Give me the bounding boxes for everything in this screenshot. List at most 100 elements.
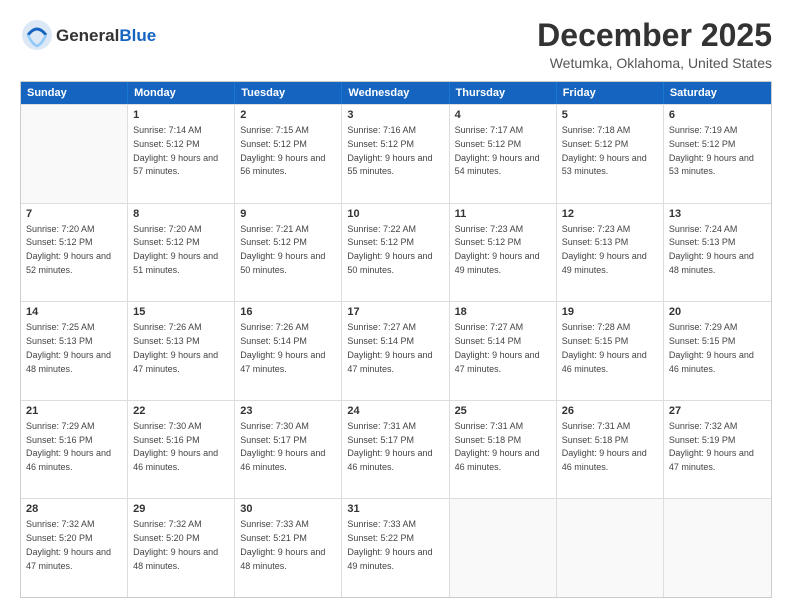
cell-info: Sunrise: 7:33 AMSunset: 5:21 PMDaylight:… xyxy=(240,519,325,570)
cell-info: Sunrise: 7:32 AMSunset: 5:19 PMDaylight:… xyxy=(669,421,754,472)
calendar-header: Sunday Monday Tuesday Wednesday Thursday… xyxy=(21,82,771,104)
day-number: 16 xyxy=(240,305,336,320)
day-number: 30 xyxy=(240,502,336,517)
calendar: Sunday Monday Tuesday Wednesday Thursday… xyxy=(20,81,772,598)
cal-cell-2-6: 20 Sunrise: 7:29 AMSunset: 5:15 PMDayligh… xyxy=(664,302,771,400)
cal-cell-3-2: 23Sunrise: 7:30 AMSunset: 5:17 PMDayligh… xyxy=(235,401,342,499)
cal-cell-2-2: 16 Sunrise: 7:26 AMSunset: 5:14 PMDayligh… xyxy=(235,302,342,400)
title-section: December 2025 Wetumka, Oklahoma, United … xyxy=(537,18,772,71)
day-number: 7 xyxy=(26,207,122,222)
cell-info: Sunrise: 7:28 AMSunset: 5:15 PMDaylight:… xyxy=(562,322,647,373)
cal-cell-4-3: 31Sunrise: 7:33 AMSunset: 5:22 PMDayligh… xyxy=(342,499,449,597)
week-row-2: 7 Sunrise: 7:20 AMSunset: 5:12 PMDaylight… xyxy=(21,203,771,302)
cell-info: Sunrise: 7:17 AMSunset: 5:12 PMDaylight:… xyxy=(455,125,540,176)
cal-cell-1-6: 13 Sunrise: 7:24 AMSunset: 5:13 PMDayligh… xyxy=(664,204,771,302)
week-row-3: 14 Sunrise: 7:25 AMSunset: 5:13 PMDayligh… xyxy=(21,301,771,400)
day-number: 10 xyxy=(347,207,443,222)
cal-cell-4-2: 30 Sunrise: 7:33 AMSunset: 5:21 PMDayligh… xyxy=(235,499,342,597)
header-saturday: Saturday xyxy=(664,82,771,104)
cal-cell-3-5: 26Sunrise: 7:31 AMSunset: 5:18 PMDayligh… xyxy=(557,401,664,499)
day-number: 8 xyxy=(133,207,229,222)
day-number: 29 xyxy=(133,502,229,517)
cell-info: Sunrise: 7:26 AMSunset: 5:13 PMDaylight:… xyxy=(133,322,218,373)
cell-info: Sunrise: 7:26 AMSunset: 5:14 PMDaylight:… xyxy=(240,322,325,373)
cell-info: Sunrise: 7:29 AMSunset: 5:16 PMDaylight:… xyxy=(26,421,111,472)
day-number: 2 xyxy=(240,108,336,123)
cal-cell-4-1: 29 Sunrise: 7:32 AMSunset: 5:20 PMDayligh… xyxy=(128,499,235,597)
cell-info: Sunrise: 7:30 AMSunset: 5:17 PMDaylight:… xyxy=(240,421,325,472)
cal-cell-2-3: 17Sunrise: 7:27 AMSunset: 5:14 PMDayligh… xyxy=(342,302,449,400)
cal-cell-3-4: 25 Sunrise: 7:31 AMSunset: 5:18 PMDayligh… xyxy=(450,401,557,499)
day-number: 3 xyxy=(347,108,443,123)
cal-cell-2-0: 14 Sunrise: 7:25 AMSunset: 5:13 PMDayligh… xyxy=(21,302,128,400)
day-number: 6 xyxy=(669,108,766,123)
cell-info: Sunrise: 7:25 AMSunset: 5:13 PMDaylight:… xyxy=(26,322,111,373)
cell-info: Sunrise: 7:32 AMSunset: 5:20 PMDaylight:… xyxy=(133,519,218,570)
cal-cell-1-1: 8Sunrise: 7:20 AMSunset: 5:12 PMDaylight… xyxy=(128,204,235,302)
cell-info: Sunrise: 7:19 AMSunset: 5:12 PMDaylight:… xyxy=(669,125,754,176)
day-number: 11 xyxy=(455,207,551,222)
day-number: 19 xyxy=(562,305,658,320)
day-number: 14 xyxy=(26,305,122,320)
day-number: 9 xyxy=(240,207,336,222)
cell-info: Sunrise: 7:24 AMSunset: 5:13 PMDaylight:… xyxy=(669,224,754,275)
day-number: 15 xyxy=(133,305,229,320)
cal-cell-0-6: 6 Sunrise: 7:19 AMSunset: 5:12 PMDaylight… xyxy=(664,105,771,203)
cal-cell-1-0: 7 Sunrise: 7:20 AMSunset: 5:12 PMDaylight… xyxy=(21,204,128,302)
cal-cell-1-3: 10 Sunrise: 7:22 AMSunset: 5:12 PMDayligh… xyxy=(342,204,449,302)
day-number: 20 xyxy=(669,305,766,320)
day-number: 5 xyxy=(562,108,658,123)
cell-info: Sunrise: 7:33 AMSunset: 5:22 PMDaylight:… xyxy=(347,519,432,570)
week-row-4: 21 Sunrise: 7:29 AMSunset: 5:16 PMDayligh… xyxy=(21,400,771,499)
day-number: 4 xyxy=(455,108,551,123)
cell-info: Sunrise: 7:18 AMSunset: 5:12 PMDaylight:… xyxy=(562,125,647,176)
cell-info: Sunrise: 7:31 AMSunset: 5:18 PMDaylight:… xyxy=(562,421,647,472)
cell-info: Sunrise: 7:31 AMSunset: 5:17 PMDaylight:… xyxy=(347,421,432,472)
page: GeneralBlue December 2025 Wetumka, Oklah… xyxy=(0,0,792,612)
header-monday: Monday xyxy=(128,82,235,104)
day-number: 13 xyxy=(669,207,766,222)
cal-cell-1-4: 11Sunrise: 7:23 AMSunset: 5:12 PMDayligh… xyxy=(450,204,557,302)
day-number: 18 xyxy=(455,305,551,320)
cal-cell-0-2: 2 Sunrise: 7:15 AMSunset: 5:12 PMDaylight… xyxy=(235,105,342,203)
cal-cell-2-1: 15 Sunrise: 7:26 AMSunset: 5:13 PMDayligh… xyxy=(128,302,235,400)
day-number: 24 xyxy=(347,404,443,419)
cell-info: Sunrise: 7:27 AMSunset: 5:14 PMDaylight:… xyxy=(455,322,540,373)
week-row-1: 1 Sunrise: 7:14 AMSunset: 5:12 PMDaylight… xyxy=(21,104,771,203)
cal-cell-1-2: 9 Sunrise: 7:21 AMSunset: 5:12 PMDaylight… xyxy=(235,204,342,302)
cal-cell-1-5: 12Sunrise: 7:23 AMSunset: 5:13 PMDayligh… xyxy=(557,204,664,302)
logo-icon xyxy=(20,18,54,52)
cell-info: Sunrise: 7:14 AMSunset: 5:12 PMDaylight:… xyxy=(133,125,218,176)
day-number: 28 xyxy=(26,502,122,517)
cell-info: Sunrise: 7:15 AMSunset: 5:12 PMDaylight:… xyxy=(240,125,325,176)
day-number: 25 xyxy=(455,404,551,419)
header-wednesday: Wednesday xyxy=(342,82,449,104)
day-number: 1 xyxy=(133,108,229,123)
header-thursday: Thursday xyxy=(450,82,557,104)
month-title: December 2025 xyxy=(537,18,772,53)
header-sunday: Sunday xyxy=(21,82,128,104)
cell-info: Sunrise: 7:29 AMSunset: 5:15 PMDaylight:… xyxy=(669,322,754,373)
cell-info: Sunrise: 7:16 AMSunset: 5:12 PMDaylight:… xyxy=(347,125,432,176)
cal-cell-0-1: 1 Sunrise: 7:14 AMSunset: 5:12 PMDaylight… xyxy=(128,105,235,203)
cal-cell-2-5: 19 Sunrise: 7:28 AMSunset: 5:15 PMDayligh… xyxy=(557,302,664,400)
cell-info: Sunrise: 7:22 AMSunset: 5:12 PMDaylight:… xyxy=(347,224,432,275)
cal-cell-4-4 xyxy=(450,499,557,597)
cell-info: Sunrise: 7:31 AMSunset: 5:18 PMDaylight:… xyxy=(455,421,540,472)
cal-cell-3-1: 22Sunrise: 7:30 AMSunset: 5:16 PMDayligh… xyxy=(128,401,235,499)
cal-cell-3-6: 27 Sunrise: 7:32 AMSunset: 5:19 PMDayligh… xyxy=(664,401,771,499)
logo: GeneralBlue xyxy=(20,18,156,52)
logo-general: General xyxy=(56,26,119,45)
logo-blue: Blue xyxy=(119,26,156,45)
day-number: 17 xyxy=(347,305,443,320)
cell-info: Sunrise: 7:20 AMSunset: 5:12 PMDaylight:… xyxy=(26,224,111,275)
day-number: 27 xyxy=(669,404,766,419)
cal-cell-4-6 xyxy=(664,499,771,597)
cal-cell-0-5: 5 Sunrise: 7:18 AMSunset: 5:12 PMDaylight… xyxy=(557,105,664,203)
week-row-5: 28 Sunrise: 7:32 AMSunset: 5:20 PMDayligh… xyxy=(21,498,771,597)
cal-cell-0-0 xyxy=(21,105,128,203)
cal-cell-4-0: 28Sunrise: 7:32 AMSunset: 5:20 PMDayligh… xyxy=(21,499,128,597)
day-number: 12 xyxy=(562,207,658,222)
day-number: 21 xyxy=(26,404,122,419)
cell-info: Sunrise: 7:21 AMSunset: 5:12 PMDaylight:… xyxy=(240,224,325,275)
